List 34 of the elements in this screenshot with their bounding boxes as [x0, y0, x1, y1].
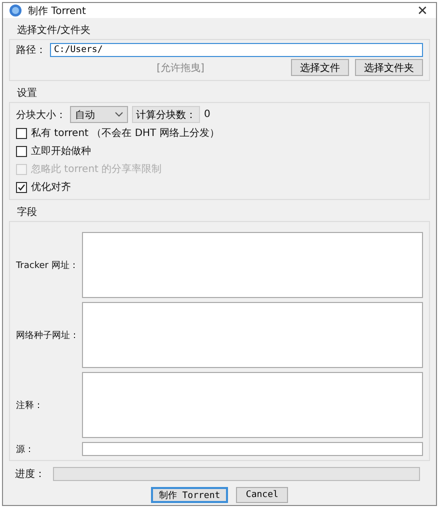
option-label: 立即开始做种 [31, 144, 91, 158]
close-button[interactable]: ✕ [409, 3, 436, 18]
path-field[interactable]: C:/Users/ [50, 43, 423, 57]
text-area[interactable] [82, 232, 423, 298]
dialog-button[interactable]: 制作 Torrent [150, 487, 228, 503]
progress-label: 进度： [15, 468, 45, 481]
text-area[interactable] [82, 372, 423, 438]
checkbox[interactable] [16, 182, 27, 192]
field-label: Tracker 网址： [16, 260, 80, 272]
field-label: 网络种子网址： [16, 330, 80, 342]
calculate-button[interactable]: 计算分块数： [132, 106, 200, 123]
path-label: 路径： [16, 44, 46, 57]
field-label: 源： [16, 444, 35, 456]
text-area[interactable] [82, 302, 423, 368]
option-label: 优化对齐 [31, 180, 71, 194]
field-label: 注释： [16, 400, 44, 412]
option-label: 私有 torrent （不会在 DHT 网络上分发） [31, 126, 220, 140]
checkbox[interactable] [16, 146, 27, 156]
browse-button[interactable]: 选择文件 [291, 59, 349, 76]
piece-size-dropdown[interactable]: 自动 [70, 106, 128, 123]
input-field[interactable] [82, 442, 423, 456]
piece-count: 0 [204, 109, 210, 120]
drop-hint: [允许拖曳] [156, 62, 206, 74]
app-icon [9, 4, 22, 17]
group-title: 设置 [16, 86, 38, 101]
browse-button[interactable]: 选择文件夹 [355, 59, 423, 76]
group-title: 选择文件/文件夹 [16, 24, 92, 38]
dialog-button[interactable]: Cancel [236, 487, 288, 503]
checkbox[interactable] [16, 128, 27, 138]
window-title: 制作 Torrent [28, 4, 87, 18]
group-title: 字段 [16, 206, 38, 220]
caret-icon [115, 112, 123, 117]
option-label: 忽略此 torrent 的分享率限制 [31, 162, 162, 176]
piece-size-label: 分块大小： [16, 108, 66, 122]
